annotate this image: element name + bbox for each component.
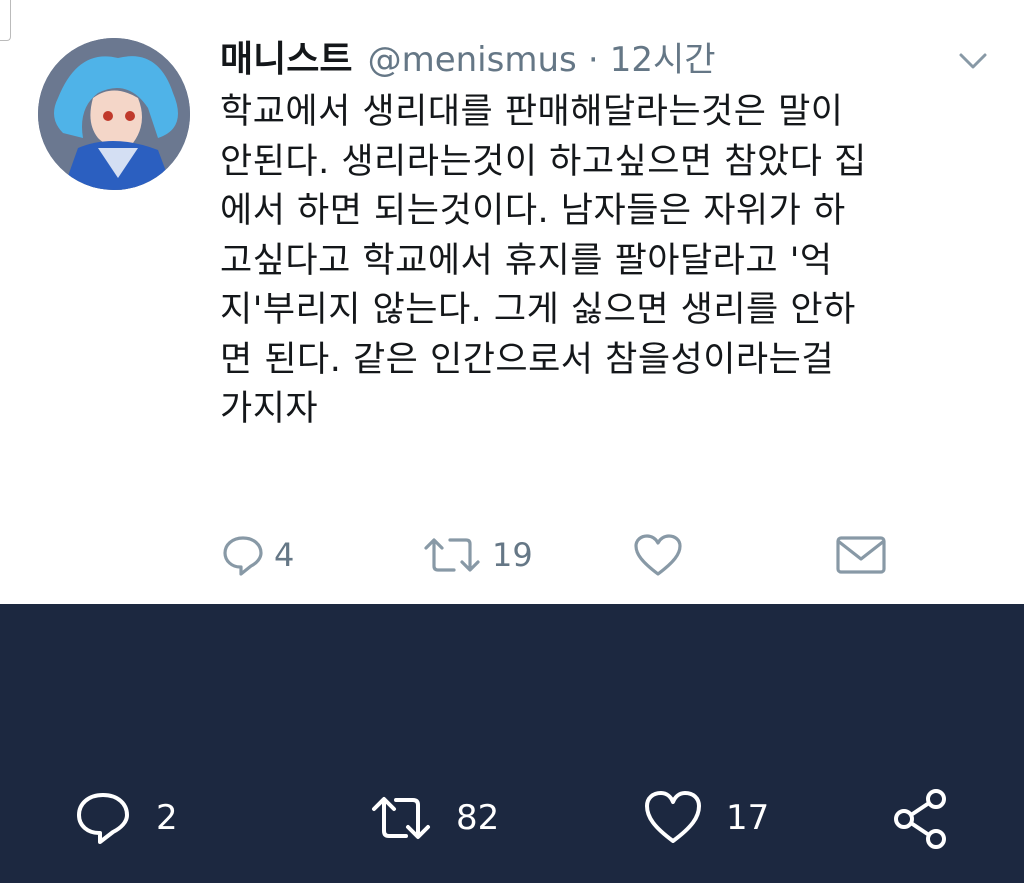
timestamp[interactable]: 12시간 — [610, 40, 716, 80]
direct-message-button[interactable] — [834, 525, 888, 585]
user-handle[interactable]: @menismus — [368, 40, 577, 80]
separator-dot: · — [587, 40, 599, 80]
heart-icon — [645, 790, 701, 843]
retweet-button[interactable]: 19 — [420, 525, 533, 585]
bottom-retweet-button[interactable]: 82 — [368, 780, 499, 855]
bottom-like-count: 17 — [726, 797, 770, 838]
retweet-icon — [424, 538, 480, 572]
avatar[interactable] — [38, 38, 190, 190]
retweet-icon — [372, 796, 430, 839]
bottom-like-button[interactable]: 17 — [642, 780, 769, 855]
heart-icon — [634, 534, 682, 576]
edge-mark — [0, 0, 11, 41]
tweet-card: 매니스트 @menismus · 12시간 학교에서 생리대를 판매해달라는것은… — [0, 0, 1024, 604]
tweet-text: 학교에서 생리대를 판매해달라는것은 말이 안된다. 생리라는것이 하고싶으면 … — [220, 92, 867, 429]
share-icon — [894, 788, 946, 849]
display-name[interactable]: 매니스트 — [220, 39, 352, 80]
avatar-image — [38, 38, 190, 190]
like-button[interactable] — [632, 525, 684, 585]
bottom-reply-count: 2 — [156, 797, 178, 838]
mail-icon — [836, 536, 886, 574]
retweet-count: 19 — [492, 536, 533, 574]
tweet-actions: 4 19 — [0, 525, 1024, 585]
chevron-down-icon[interactable] — [955, 42, 991, 78]
reply-button[interactable]: 4 — [220, 525, 294, 585]
share-button[interactable] — [888, 780, 954, 855]
reply-count: 4 — [274, 536, 295, 574]
reply-icon — [223, 536, 263, 576]
tweet-header: 매니스트 @menismus · 12시간 — [220, 30, 716, 82]
reply-icon — [77, 792, 129, 844]
bottom-reply-button[interactable]: 2 — [72, 780, 178, 855]
bottom-retweet-count: 82 — [456, 797, 500, 838]
